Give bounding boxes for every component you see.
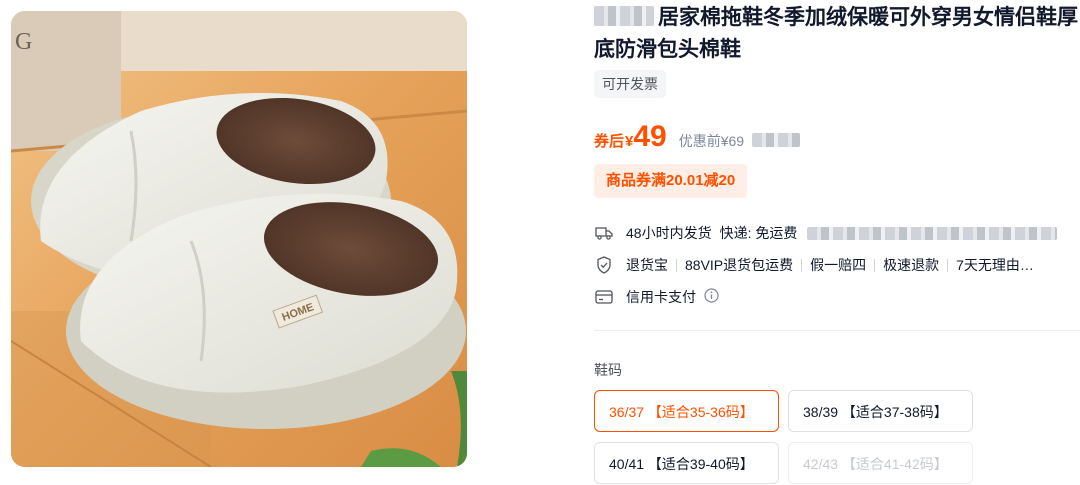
divider bbox=[676, 258, 677, 272]
divider bbox=[947, 258, 949, 272]
redacted-brand bbox=[594, 6, 654, 27]
payment-row: 信用卡支付 bbox=[594, 286, 719, 308]
svg-text:G: G bbox=[15, 29, 32, 55]
divider bbox=[874, 258, 876, 272]
guarantee-item: 假一赔四 bbox=[810, 257, 867, 273]
price-prefix: 券后 bbox=[594, 133, 625, 150]
price-row: 券后 ¥ 49 优惠前¥69 bbox=[594, 120, 801, 156]
guarantee-item: 88VIP退货包运费 bbox=[685, 257, 794, 273]
size-option-42-43: 42/43 【适合41-42码】 bbox=[788, 442, 973, 484]
size-option-36-37[interactable]: 36/37 【适合35-36码】 bbox=[594, 390, 779, 432]
guarantee-item: 7天无理由… bbox=[956, 257, 1034, 273]
shipping-fee: 快递: 免运费 bbox=[719, 225, 798, 241]
invoice-tag: 可开发票 bbox=[594, 70, 666, 98]
divider bbox=[801, 258, 803, 272]
redacted-address bbox=[807, 226, 1058, 240]
product-title: 居家棉拖鞋冬季加绒保暖可外穿男女情侣鞋厚底防滑包头棉鞋 bbox=[594, 6, 1078, 61]
size-label: 鞋码 bbox=[594, 362, 622, 378]
redacted-price-extra bbox=[752, 133, 801, 147]
shipping-time: 48小时内发货 bbox=[626, 225, 712, 241]
card-icon bbox=[594, 287, 614, 307]
size-option-40-41[interactable]: 40/41 【适合39-40码】 bbox=[594, 442, 779, 484]
size-option-38-39[interactable]: 38/39 【适合37-38码】 bbox=[788, 390, 973, 432]
shipping-row: 48小时内发货 快递: 免运费 bbox=[594, 222, 1058, 244]
section-divider bbox=[594, 330, 1080, 331]
guarantee-row[interactable]: 退货宝 88VIP退货包运费 假一赔四 极速退款 7天无理由… bbox=[594, 254, 1034, 276]
payment-method: 信用卡支付 bbox=[626, 289, 696, 305]
guarantee-item: 退货宝 bbox=[626, 257, 668, 273]
guarantee-item: 极速退款 bbox=[883, 257, 940, 273]
price-currency: ¥ bbox=[625, 133, 634, 150]
product-info-panel: 居家棉拖鞋冬季加绒保暖可外穿男女情侣鞋厚底防滑包头棉鞋 可开发票 券后 ¥ 49… bbox=[594, 0, 1080, 484]
coupon-button[interactable]: 商品券满20.01减20 bbox=[594, 164, 748, 198]
truck-icon bbox=[594, 223, 614, 243]
price-value: 49 bbox=[633, 120, 667, 153]
info-icon[interactable] bbox=[704, 288, 719, 306]
original-price: 优惠前¥69 bbox=[678, 133, 745, 149]
product-image[interactable]: G HOME bbox=[11, 11, 467, 467]
shield-icon bbox=[594, 255, 614, 275]
